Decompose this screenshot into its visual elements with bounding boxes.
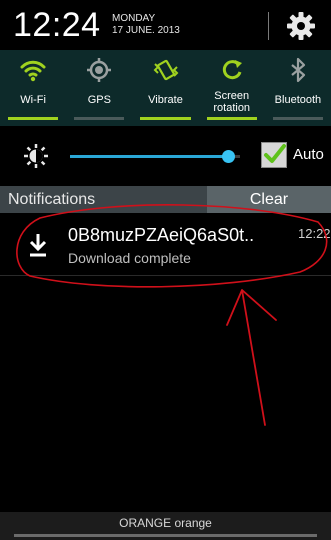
auto-brightness-checkbox[interactable] [261,142,287,168]
toggle-indicator [140,117,191,120]
toggle-vibrate[interactable]: Vibrate [132,50,198,126]
annotation-arrow [226,289,277,426]
carrier-label: ORANGE orange [119,516,212,530]
wifi-icon [20,60,46,82]
toggle-indicator [8,117,59,120]
brightness-icon [24,144,48,168]
date-display: MONDAY 17 JUNE. 2013 [112,13,180,37]
brightness-slider-fill [70,155,229,158]
toggle-gps[interactable]: GPS [66,50,132,126]
carrier-bar: ORANGE orange [0,512,331,540]
toggle-screen-rotation[interactable]: Screen rotation [199,50,265,126]
notifications-title: Notifications [8,191,96,208]
toggle-indicator [272,117,324,120]
notification-subtitle: Download complete [68,250,191,266]
toggle-indicator [206,117,257,120]
clock-time: 12:24 [13,6,101,44]
toggle-label: Vibrate [148,94,183,106]
download-icon [29,234,47,257]
vibrate-icon [153,59,178,81]
status-header: 12:24 MONDAY 17 JUNE. 2013 [0,0,331,50]
bluetooth-icon [291,57,306,83]
day-label: MONDAY [112,13,156,24]
toggle-label: Screen rotation [199,90,265,114]
toggle-label: Wi-Fi [20,94,46,106]
brightness-row: Auto [0,126,331,184]
toggle-bluetooth[interactable]: Bluetooth [265,50,331,126]
clear-button[interactable]: Clear [207,186,331,213]
header-divider [268,12,269,40]
toggle-label: GPS [87,94,111,106]
clear-button-label: Clear [249,191,289,208]
toggle-label: Bluetooth [274,94,322,106]
notification-title: 0B8muzPZAeiQ6aS0t.. [68,225,255,245]
gear-icon[interactable] [285,10,317,42]
date-label: 17 JUNE. 2013 [112,25,180,36]
brightness-slider[interactable] [70,150,240,163]
quick-settings-panel: Wi-Fi GPS Vibrate Screen rotation Blueto… [0,50,331,126]
toggle-wifi[interactable]: Wi-Fi [0,50,66,126]
screen-rotation-icon [222,60,242,80]
notification-item[interactable]: 0B8muzPZAeiQ6aS0t.. 12:22 Download compl… [12,222,331,274]
toggle-indicator [74,117,125,120]
checkmark-icon [264,144,286,163]
toggle-label-line1: Screen [214,90,250,102]
drag-handle[interactable] [14,534,317,537]
notification-time: 12:22 [298,226,331,241]
brightness-slider-knob[interactable] [222,150,236,163]
auto-brightness-label: Auto [293,146,324,163]
notification-divider [0,275,331,276]
gps-icon [87,58,112,82]
toggle-label-line2: rotation [213,102,251,114]
